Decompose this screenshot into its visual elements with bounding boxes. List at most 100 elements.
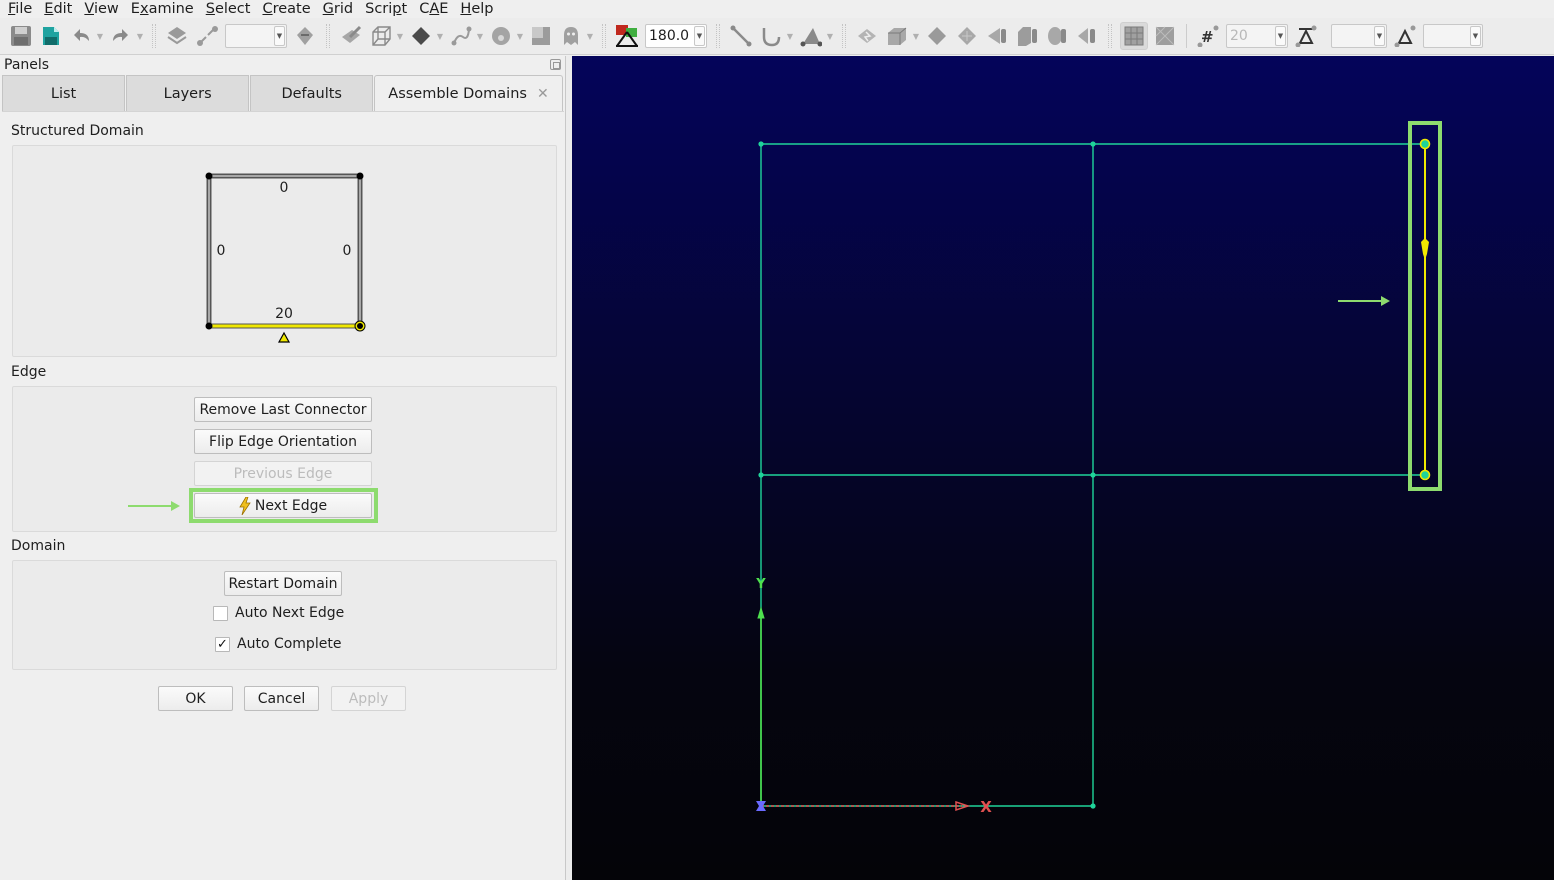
svg-text:#: #	[1201, 28, 1214, 46]
ghost-icon[interactable]	[558, 23, 584, 49]
next-edge-button[interactable]: Next Edge	[194, 493, 372, 518]
spacing-combo[interactable]: ▼	[1331, 24, 1387, 48]
edge-split-icon[interactable]	[1074, 23, 1100, 49]
curve-icon[interactable]	[448, 23, 474, 49]
triangle-points-icon[interactable]	[798, 23, 824, 49]
quilt-icon[interactable]	[954, 23, 980, 49]
auto-next-edge-checkbox-row[interactable]: Auto Next Edge	[213, 605, 344, 621]
undo-dropdown[interactable]: ▼	[96, 23, 104, 49]
y-axis-label: Y	[755, 577, 766, 592]
chevron-down-icon: ▼	[1470, 26, 1481, 46]
unstructured-grid-icon[interactable]	[1152, 23, 1178, 49]
palette-icon[interactable]	[488, 23, 514, 49]
cancel-button[interactable]: Cancel	[244, 686, 319, 711]
x-axis-label: X	[980, 798, 992, 816]
ratio-combo[interactable]: ▼	[1423, 24, 1483, 48]
float-panel-icon[interactable]	[550, 59, 561, 70]
assemble-dropdown[interactable]: ▼	[912, 23, 920, 49]
angle-combo[interactable]: 180.0 ▼	[645, 24, 707, 48]
menu-create[interactable]: Create	[254, 1, 314, 17]
edge-top-count: 0	[280, 180, 289, 196]
menu-help[interactable]: Help	[452, 1, 497, 17]
pointer-arrow-icon	[1338, 296, 1390, 306]
undo-icon[interactable]	[68, 23, 94, 49]
check-icon[interactable]	[338, 23, 364, 49]
ghost-dropdown[interactable]: ▼	[586, 23, 594, 49]
toolbar-separator	[1108, 24, 1112, 48]
connector-dropdown[interactable]: ▼	[786, 23, 794, 49]
viewport-canvas: Y X	[755, 121, 1442, 816]
menu-cae[interactable]: CAE	[411, 1, 452, 17]
palette-dropdown[interactable]: ▼	[516, 23, 524, 49]
pointer-arrow-icon	[128, 501, 180, 511]
edge-direction-icon	[277, 331, 291, 343]
edge-left-count: 0	[217, 243, 226, 259]
edge-right-count: 0	[343, 243, 352, 259]
block-assemble-icon[interactable]	[884, 23, 910, 49]
rotate-icon[interactable]	[292, 23, 318, 49]
shading-dropdown[interactable]: ▼	[436, 23, 444, 49]
axis-triad: Y X	[755, 577, 992, 816]
edge-section-label: Edge	[11, 364, 47, 380]
menu-examine[interactable]: Examine	[123, 1, 198, 17]
close-tab-icon[interactable]: ✕	[537, 86, 549, 102]
assemble-domains-panel: Structured Domain 0 0 0 20 Edge Remove L…	[2, 111, 564, 878]
conic-icon[interactable]	[758, 23, 784, 49]
corner-node	[205, 322, 213, 330]
menu-select[interactable]: Select	[198, 1, 255, 17]
tab-layers[interactable]: Layers	[126, 75, 250, 111]
split-icon[interactable]	[984, 23, 1010, 49]
save-as-icon[interactable]	[38, 23, 64, 49]
lightning-icon	[239, 496, 251, 515]
menu-edit[interactable]: Edit	[36, 1, 76, 17]
structured-domain-group: 0 0 0 20	[12, 145, 557, 357]
disconnect-icon[interactable]	[194, 23, 220, 49]
tab-defaults[interactable]: Defaults	[250, 75, 374, 111]
tab-assemble-domains[interactable]: Assemble Domains ✕	[374, 75, 563, 112]
connector-node	[758, 472, 764, 478]
apply-button[interactable]: Apply	[331, 686, 406, 711]
curve-dropdown[interactable]: ▼	[476, 23, 484, 49]
toolbar-separator	[326, 24, 330, 48]
selected-connector[interactable]	[1419, 138, 1431, 481]
save-icon[interactable]	[8, 23, 34, 49]
diamond-icon[interactable]	[924, 23, 950, 49]
flip-edge-orientation-button[interactable]: Flip Edge Orientation	[194, 429, 372, 454]
menu-file[interactable]: File	[0, 1, 36, 17]
auto-next-edge-checkbox[interactable]	[213, 605, 228, 621]
remove-last-connector-button[interactable]: Remove Last Connector	[194, 397, 372, 422]
connector-node	[1090, 472, 1096, 478]
menu-view[interactable]: View	[76, 1, 122, 17]
restart-domain-button[interactable]: Restart Domain	[224, 571, 342, 596]
previous-edge-button[interactable]: Previous Edge	[194, 461, 372, 486]
mask-icon[interactable]	[164, 23, 190, 49]
structured-grid-icon[interactable]	[1120, 22, 1148, 50]
menu-grid[interactable]: Grid	[315, 1, 357, 17]
menu-script[interactable]: Script	[357, 1, 411, 17]
toolbar-separator	[602, 24, 606, 48]
domain-diagram: 0 0 0 20	[205, 172, 366, 343]
structured-domain-label: Structured Domain	[11, 123, 144, 139]
transparency-icon[interactable]	[528, 23, 554, 49]
ok-button[interactable]: OK	[158, 686, 233, 711]
line-icon[interactable]	[728, 23, 754, 49]
layer-combo[interactable]: ▼	[225, 24, 287, 48]
domain-assemble-icon[interactable]	[854, 23, 880, 49]
graphics-viewport[interactable]: Y X	[572, 56, 1554, 880]
display-style-dropdown[interactable]: ▼	[396, 23, 404, 49]
shaded-surface-icon[interactable]	[408, 23, 434, 49]
connector-endpoint	[1419, 138, 1431, 150]
dimension-combo[interactable]: 20 ▼	[1226, 24, 1288, 48]
grid-block-icon[interactable]	[1014, 23, 1040, 49]
domain-dropdown[interactable]: ▼	[826, 23, 834, 49]
wireframe-cube-icon[interactable]	[368, 23, 394, 49]
connector-direction-icon	[1421, 238, 1429, 260]
menu-bar: File Edit View Examine Select Create Grid Scrip…	[0, 0, 1554, 18]
toolbar-separator	[842, 24, 846, 48]
tab-list[interactable]: List	[2, 75, 126, 111]
spline-icon[interactable]	[1044, 23, 1070, 49]
redo-icon[interactable]	[108, 23, 134, 49]
auto-complete-checkbox[interactable]: ✓	[215, 636, 230, 652]
auto-complete-checkbox-row[interactable]: ✓ Auto Complete	[215, 636, 341, 652]
redo-dropdown[interactable]: ▼	[136, 23, 144, 49]
